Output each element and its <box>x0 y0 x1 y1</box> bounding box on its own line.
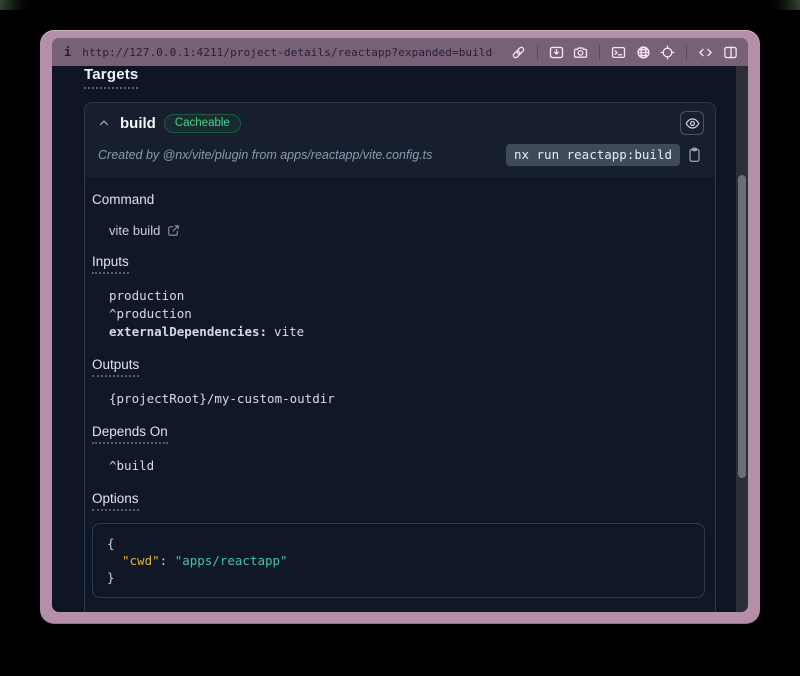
toolbar-separator <box>599 45 600 60</box>
input-key: externalDependencies: <box>109 324 267 339</box>
created-by-text: Created by @nx/vite/plugin from apps/rea… <box>98 148 432 162</box>
browser-toolbar: i http://127.0.0.1:4211/project-details/… <box>52 38 748 66</box>
json-property-line: "cwd": "apps/reactapp" <box>107 552 690 569</box>
inspect-target-icon[interactable] <box>660 43 675 62</box>
targets-heading: Targets <box>84 66 138 89</box>
chevron-up-icon[interactable] <box>96 115 112 131</box>
scrollbar-thumb[interactable] <box>738 175 746 478</box>
depends-on-heading: Depends On <box>92 424 168 444</box>
split-panel-icon[interactable] <box>723 43 738 62</box>
options-json-block: { "cwd": "apps/reactapp" } <box>92 523 705 598</box>
output-item: {projectRoot}/my-custom-outdir <box>109 390 706 408</box>
build-target-details: Command vite build Inputs production ^pr… <box>85 177 715 612</box>
download-icon[interactable] <box>549 43 564 62</box>
browser-viewport: i http://127.0.0.1:4211/project-details/… <box>52 38 748 612</box>
command-value: vite build <box>109 223 160 238</box>
cacheable-badge: Cacheable <box>164 114 241 133</box>
command-value-row: vite build <box>109 223 706 238</box>
build-target-header[interactable]: build Cacheable Created by @nx/vite/plug… <box>85 103 715 177</box>
toolbar-separator <box>686 45 687 60</box>
scrollbar-track[interactable] <box>736 66 748 612</box>
copy-icon[interactable] <box>688 146 704 164</box>
json-open-brace: { <box>107 535 690 552</box>
toolbar-separator <box>537 45 538 60</box>
code-icon[interactable] <box>698 43 713 62</box>
json-colon: : <box>160 553 175 568</box>
command-heading: Command <box>92 192 154 210</box>
build-target-card: build Cacheable Created by @nx/vite/plug… <box>84 102 716 612</box>
external-link-icon[interactable] <box>167 224 181 238</box>
run-command-chip: nx run reactapp:build <box>506 144 680 166</box>
terminal-icon[interactable] <box>611 43 626 62</box>
target-name: build <box>120 115 156 132</box>
project-details-page: Targets build Cacheable C <box>52 66 748 612</box>
depends-on-item: ^build <box>109 457 706 475</box>
inputs-heading: Inputs <box>92 254 129 274</box>
browser-window: i http://127.0.0.1:4211/project-details/… <box>40 30 760 624</box>
address-bar[interactable]: http://127.0.0.1:4211/project-details/re… <box>82 46 492 59</box>
input-value: vite <box>274 324 304 339</box>
input-item: externalDependencies: vite <box>109 323 706 341</box>
json-string-value: "apps/reactapp" <box>175 553 288 568</box>
json-key: "cwd" <box>122 553 160 568</box>
link-icon[interactable] <box>510 43 525 62</box>
view-target-button[interactable] <box>680 111 704 135</box>
globe-icon[interactable] <box>636 43 651 62</box>
input-item: ^production <box>109 305 706 323</box>
info-icon: i <box>62 45 73 59</box>
json-close-brace: } <box>107 569 690 586</box>
input-item: production <box>109 287 706 305</box>
camera-icon[interactable] <box>573 43 588 62</box>
outputs-heading: Outputs <box>92 357 139 377</box>
options-heading: Options <box>92 491 139 511</box>
